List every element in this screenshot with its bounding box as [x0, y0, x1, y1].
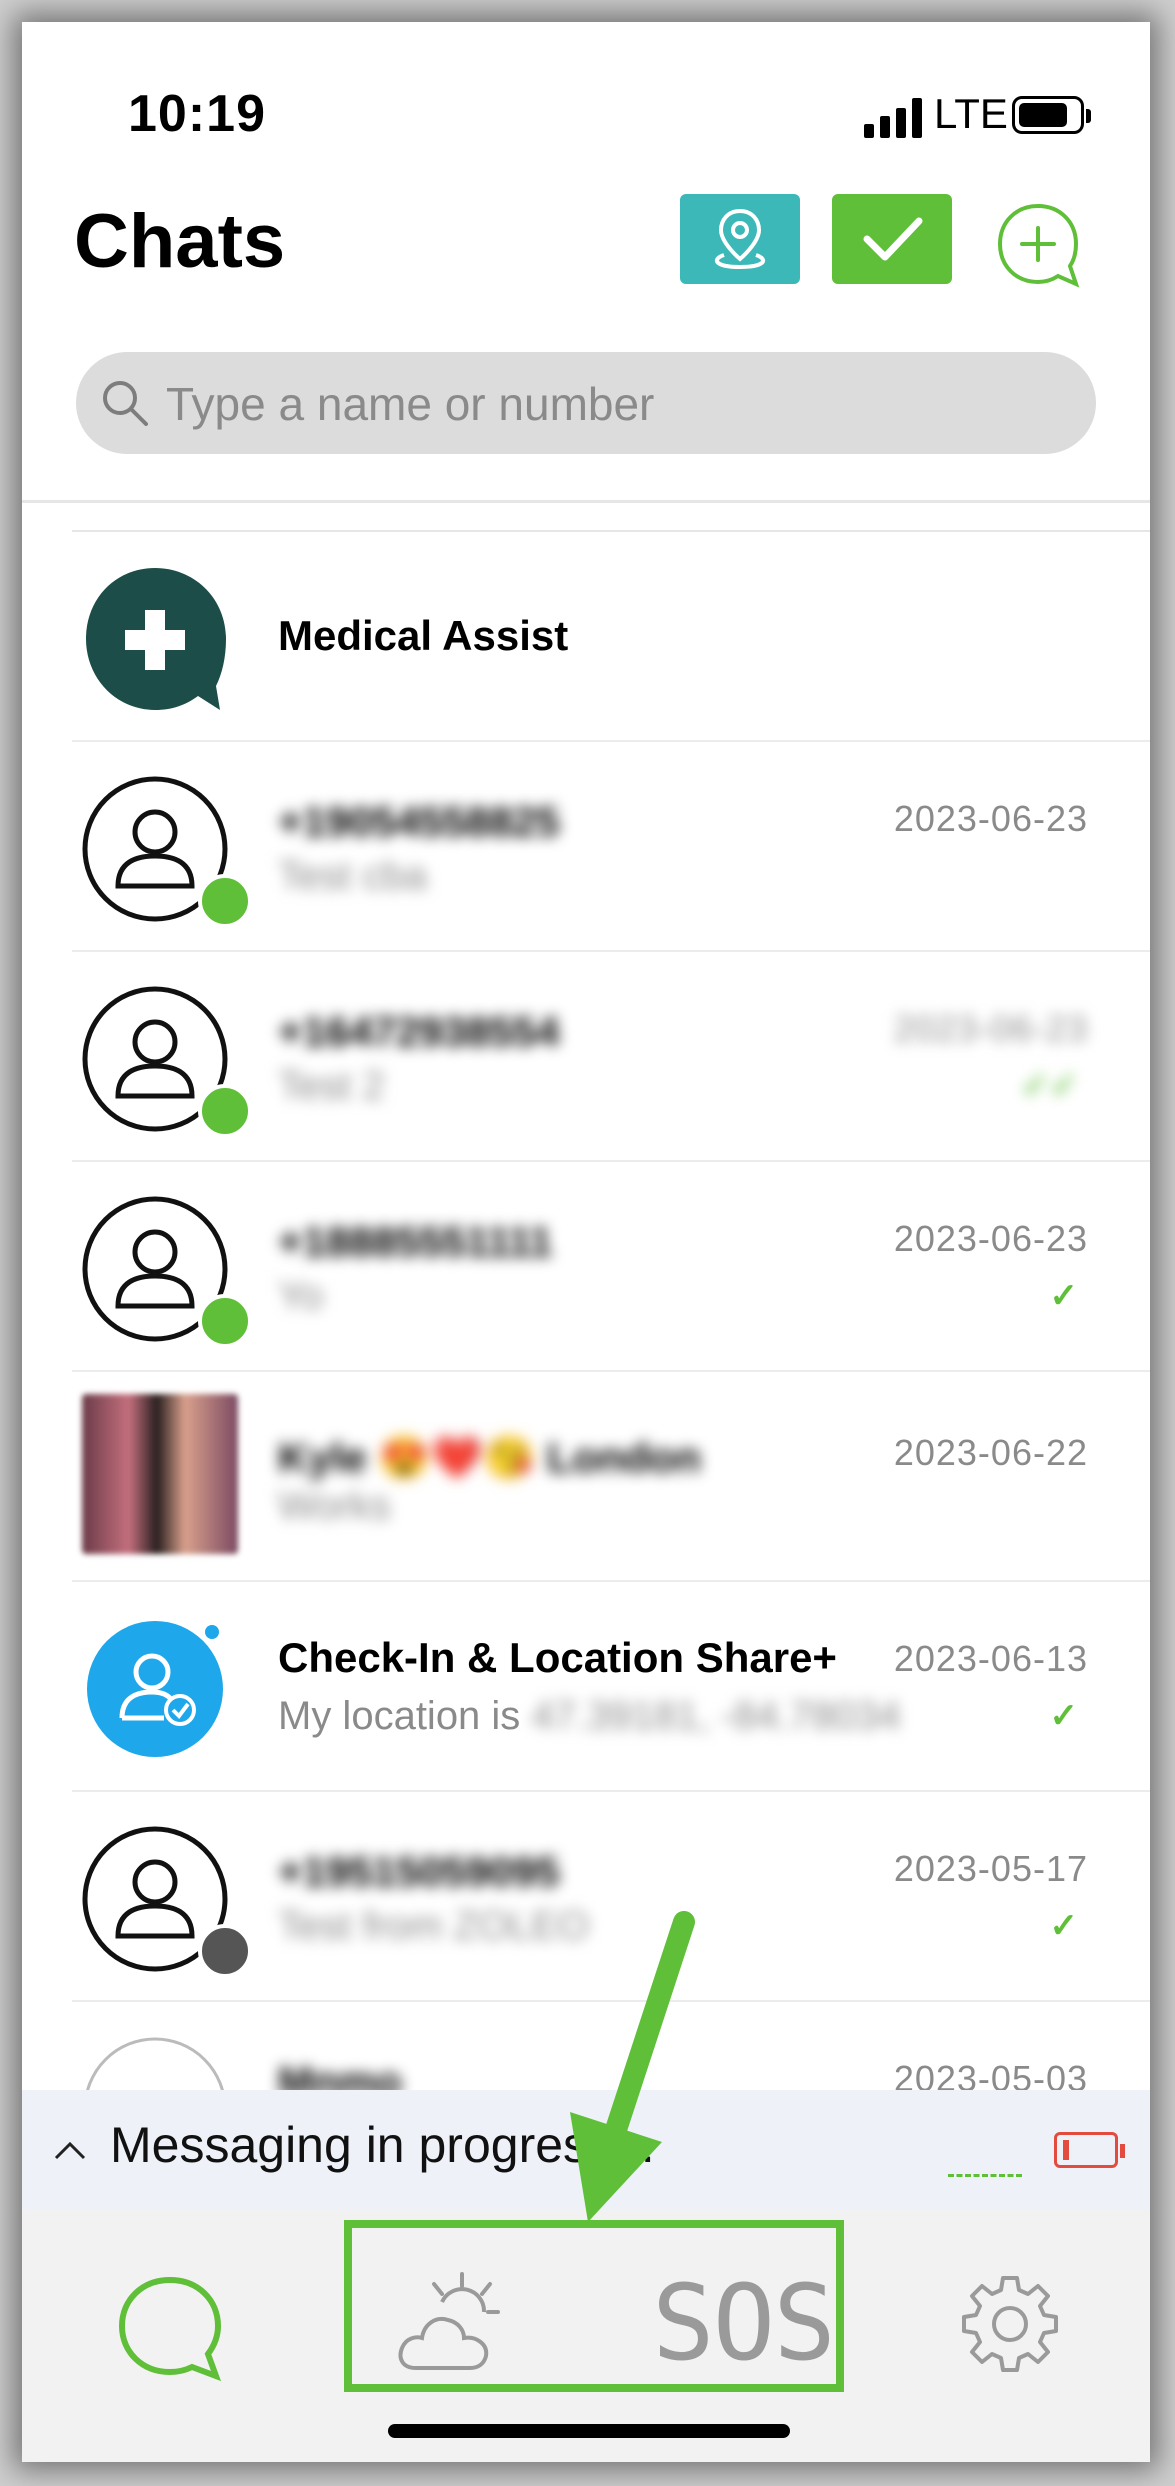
- chat-preview: Test 2: [278, 1064, 385, 1108]
- medical-cross-icon: [86, 568, 226, 710]
- contact-icon: [84, 2037, 226, 2098]
- chat-name: Medical Assist: [278, 612, 569, 659]
- chat-row[interactable]: +16472938554 Test 2 2023-06-23 ✓✓: [22, 952, 1150, 1162]
- highlight-box: [344, 2220, 844, 2392]
- chat-name: +19054558825: [278, 798, 560, 845]
- chevron-up-icon[interactable]: [50, 2130, 90, 2170]
- chat-date: 2023-06-23: [893, 1008, 1088, 1049]
- chat-name: Kyle 😍❤️😘 London: [278, 1434, 701, 1481]
- sent-check-icon: ✓: [1049, 1277, 1079, 1315]
- chat-list: Medical Assist +19054558825 Test cba 202…: [22, 528, 1150, 2098]
- check-icon: [863, 217, 923, 261]
- sent-check-icon: ✓: [1049, 1907, 1079, 1945]
- chat-row[interactable]: Mnmo 2023-05-03: [22, 2002, 1150, 2098]
- chat-name: Check-In & Location Share+: [278, 1634, 837, 1681]
- messaging-status-text: Messaging in progress...: [110, 2117, 655, 2173]
- status-bar: 10:19 LTE: [22, 22, 1150, 202]
- search-bar[interactable]: [76, 352, 1096, 456]
- contact-photo: [82, 1394, 238, 1554]
- check-in-location-icon: [87, 1621, 223, 1757]
- chat-date: 2023-05-17: [893, 1848, 1088, 1889]
- chat-date: 2023-06-23: [893, 798, 1088, 839]
- satellite-badge-icon: [198, 1924, 252, 1978]
- sent-check-icon: ✓: [1049, 1697, 1079, 1735]
- map-pin-icon: [714, 208, 766, 270]
- chat-date: 2023-06-13: [893, 1638, 1088, 1679]
- chat-row-medical-assist[interactable]: Medical Assist: [22, 532, 1150, 742]
- read-check-icon: ✓✓: [1021, 1067, 1078, 1105]
- check-in-button[interactable]: [832, 194, 952, 284]
- battery-low-icon: [1054, 2132, 1125, 2168]
- phone-screen: 10:19 LTE Chats Type a name or number Me…: [22, 22, 1150, 2462]
- chat-preview: Works: [278, 1484, 391, 1528]
- chat-preview: Yo: [278, 1274, 324, 1318]
- new-chat-icon[interactable]: [994, 202, 1082, 290]
- settings-icon[interactable]: [956, 2272, 1064, 2380]
- network-type: LTE: [934, 90, 1008, 137]
- chat-row-check-in[interactable]: Check-In & Location Share+ My location i…: [22, 1582, 1150, 1792]
- preview-coordinates: 47.39181, -84.78034: [531, 1694, 901, 1738]
- divider: [22, 500, 1150, 503]
- chat-preview: Test from ZOLEO: [278, 1904, 590, 1948]
- chat-name: +16472938554: [278, 1008, 560, 1055]
- chat-row[interactable]: Kyle 😍❤️😘 London Works 2023-06-22: [22, 1372, 1150, 1582]
- signal-dashes: [948, 2174, 1022, 2180]
- chat-preview: Test cba: [278, 854, 427, 898]
- messaging-status-bar[interactable]: Messaging in progress...: [22, 2090, 1150, 2210]
- sync-badge-icon: [198, 1084, 252, 1138]
- chat-date: 2023-06-23: [893, 1218, 1088, 1259]
- chat-row[interactable]: +18885551111 Yo 2023-06-23 ✓: [22, 1162, 1150, 1372]
- signal-icon: [864, 98, 922, 138]
- chat-row[interactable]: +19054558825 Test cba 2023-06-23: [22, 742, 1150, 952]
- location-button[interactable]: [680, 194, 800, 284]
- search-input[interactable]: [164, 352, 1068, 456]
- battery-icon: [1012, 96, 1091, 134]
- search-icon: [103, 381, 148, 426]
- sync-badge-icon: [198, 1294, 252, 1348]
- chat-name: +19515059095: [278, 1848, 560, 1895]
- status-time: 10:19: [128, 85, 266, 143]
- chat-bubble-icon[interactable]: [114, 2272, 226, 2384]
- chat-name: +18885551111: [278, 1218, 553, 1265]
- chat-row[interactable]: +19515059095 Test from ZOLEO 2023-05-17 …: [22, 1792, 1150, 2002]
- preview-prefix: My location is: [278, 1694, 521, 1738]
- chat-preview: My location is 47.39181, -84.78034: [278, 1694, 901, 1739]
- page-title: Chats: [74, 199, 286, 284]
- sync-badge-icon: [198, 874, 252, 928]
- home-indicator: [388, 2424, 790, 2438]
- chat-date: 2023-06-22: [893, 1432, 1088, 1473]
